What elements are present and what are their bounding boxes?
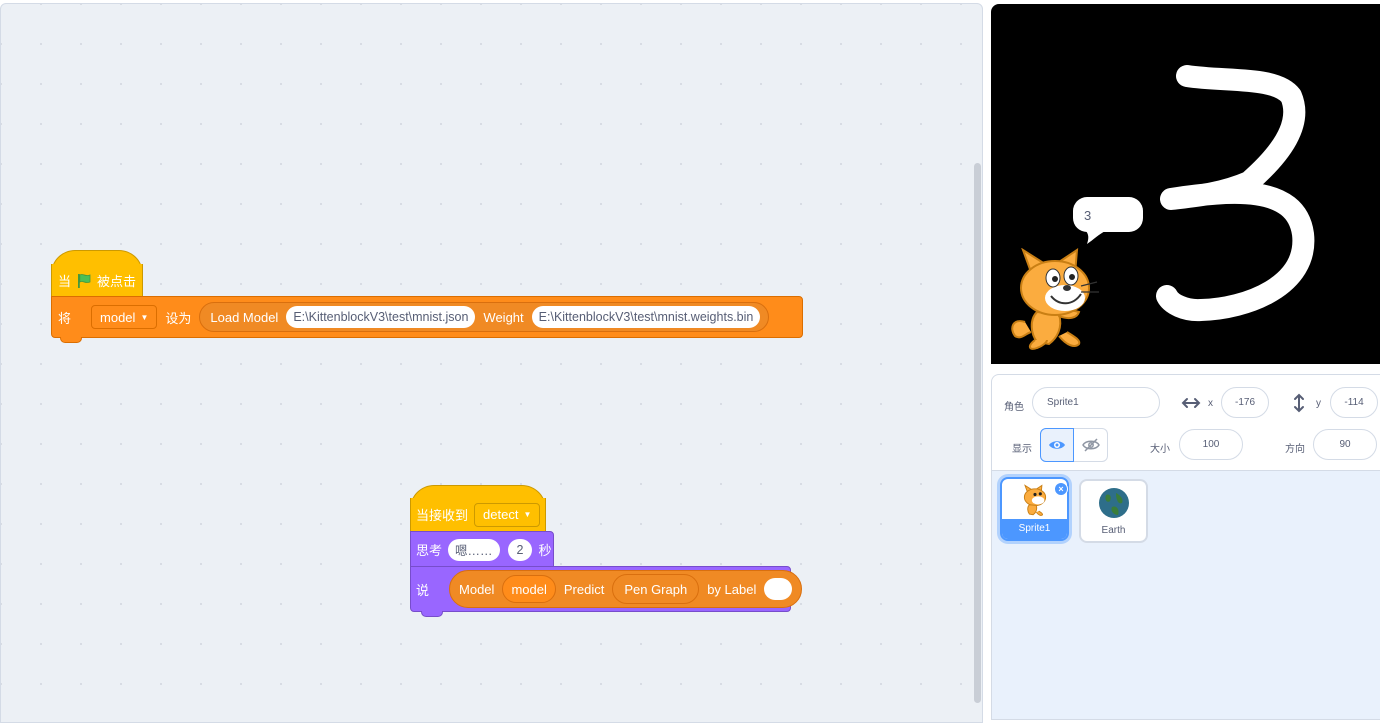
show-sprite-toggle[interactable] [1040, 428, 1074, 462]
pen-graph-reporter[interactable]: Pen Graph [612, 574, 700, 604]
size-value: 100 [1202, 439, 1220, 450]
y-input[interactable]: -114 [1330, 387, 1378, 418]
x-input[interactable]: -176 [1221, 387, 1269, 418]
model-label: Model [459, 581, 495, 597]
y-arrows-icon [1294, 393, 1304, 413]
chevron-down-icon: ▼ [523, 510, 532, 519]
label-input[interactable] [764, 578, 793, 600]
when-flag-clicked-block[interactable]: 当 被点击 [51, 264, 143, 298]
think-for-secs-block[interactable]: 思考 嗯…… 2 秒 [410, 531, 554, 568]
load-model-label: Load Model [210, 309, 279, 325]
weight-label: Weight [483, 309, 524, 325]
message-dropdown[interactable]: detect ▼ [474, 502, 541, 527]
hat-suffix: 被点击 [97, 274, 137, 289]
receive-label: 当接收到 [416, 508, 469, 523]
think-secs-input[interactable]: 2 [507, 538, 533, 561]
sprite-tile-earth[interactable]: Earth [1079, 479, 1148, 543]
delete-sprite-button[interactable]: × [1054, 482, 1068, 496]
sprite-tile-sprite1[interactable]: × Sprite1 [1000, 477, 1069, 541]
chevron-down-icon: ▼ [140, 312, 149, 322]
cat-thumbnail-icon [1023, 484, 1047, 516]
direction-label: 方向 [1285, 444, 1305, 455]
variable-dropdown[interactable]: model ▼ [91, 305, 158, 329]
sprite-name: Sprite1 [1047, 397, 1079, 408]
load-model-reporter[interactable]: Load Model E:\KittenblockV3\test\mnist.j… [199, 302, 770, 332]
sprite-tile-label: Earth [1101, 525, 1126, 536]
sprite-name-input[interactable]: Sprite1 [1032, 387, 1160, 418]
direction-value: 90 [1339, 439, 1351, 450]
say-block[interactable]: 说 Model model Predict Pen Graph by Label [410, 566, 803, 612]
x-arrows-icon [1181, 398, 1201, 408]
size-label: 大小 [1150, 444, 1170, 455]
hat-prefix: 当 [58, 274, 72, 289]
eye-icon [1049, 441, 1065, 449]
x-label: x [1208, 398, 1213, 409]
think-text-input[interactable]: 嗯…… [448, 538, 500, 561]
close-icon: × [1058, 484, 1064, 494]
model-variable-reporter[interactable]: model [502, 575, 556, 603]
when-receive-block[interactable]: 当接收到 detect ▼ [410, 498, 546, 532]
y-label: y [1316, 398, 1321, 409]
set-variable-block[interactable]: 将 model ▼ 设为 Load Model E:\KittenblockV3… [51, 296, 803, 338]
size-input[interactable]: 100 [1179, 429, 1243, 460]
cat-sprite[interactable] [1007, 248, 1103, 352]
speech-bubble-tail [1085, 230, 1107, 244]
set-label: 将 [58, 310, 72, 326]
sprite-label: 角色 [1004, 402, 1024, 413]
show-label: 显示 [1012, 444, 1032, 455]
model-path-input[interactable]: E:\KittenblockV3\test\mnist.json [286, 306, 476, 328]
weight-path-input[interactable]: E:\KittenblockV3\test\mnist.weights.bin [531, 306, 761, 328]
code-workspace[interactable] [0, 3, 983, 723]
message-name: detect [483, 507, 519, 522]
say-label: 说 [416, 582, 430, 598]
eye-slash-icon [1081, 438, 1100, 452]
block-bottom-notch [60, 337, 82, 343]
earth-thumbnail-icon [1099, 488, 1129, 518]
hide-sprite-toggle[interactable] [1074, 428, 1108, 462]
workspace-scrollbar[interactable] [974, 163, 981, 703]
think-label: 思考 [416, 543, 443, 558]
x-value: -176 [1234, 397, 1255, 408]
set-to-label: 设为 [165, 310, 192, 326]
green-flag-icon [78, 273, 91, 288]
model-predict-reporter[interactable]: Model model Predict Pen Graph by Label [449, 570, 803, 608]
variable-name: model [100, 309, 136, 325]
by-label-text: by Label [707, 581, 757, 597]
secs-label: 秒 [538, 543, 552, 558]
direction-input[interactable]: 90 [1313, 429, 1377, 460]
speech-bubble: 3 [1073, 197, 1143, 232]
stage[interactable] [991, 4, 1380, 364]
speech-text: 3 [1084, 208, 1092, 223]
y-value: -114 [1344, 397, 1364, 408]
predict-label: Predict [563, 581, 605, 597]
sprite-tile-label: Sprite1 [1002, 519, 1067, 539]
block-bottom-notch [421, 611, 443, 617]
